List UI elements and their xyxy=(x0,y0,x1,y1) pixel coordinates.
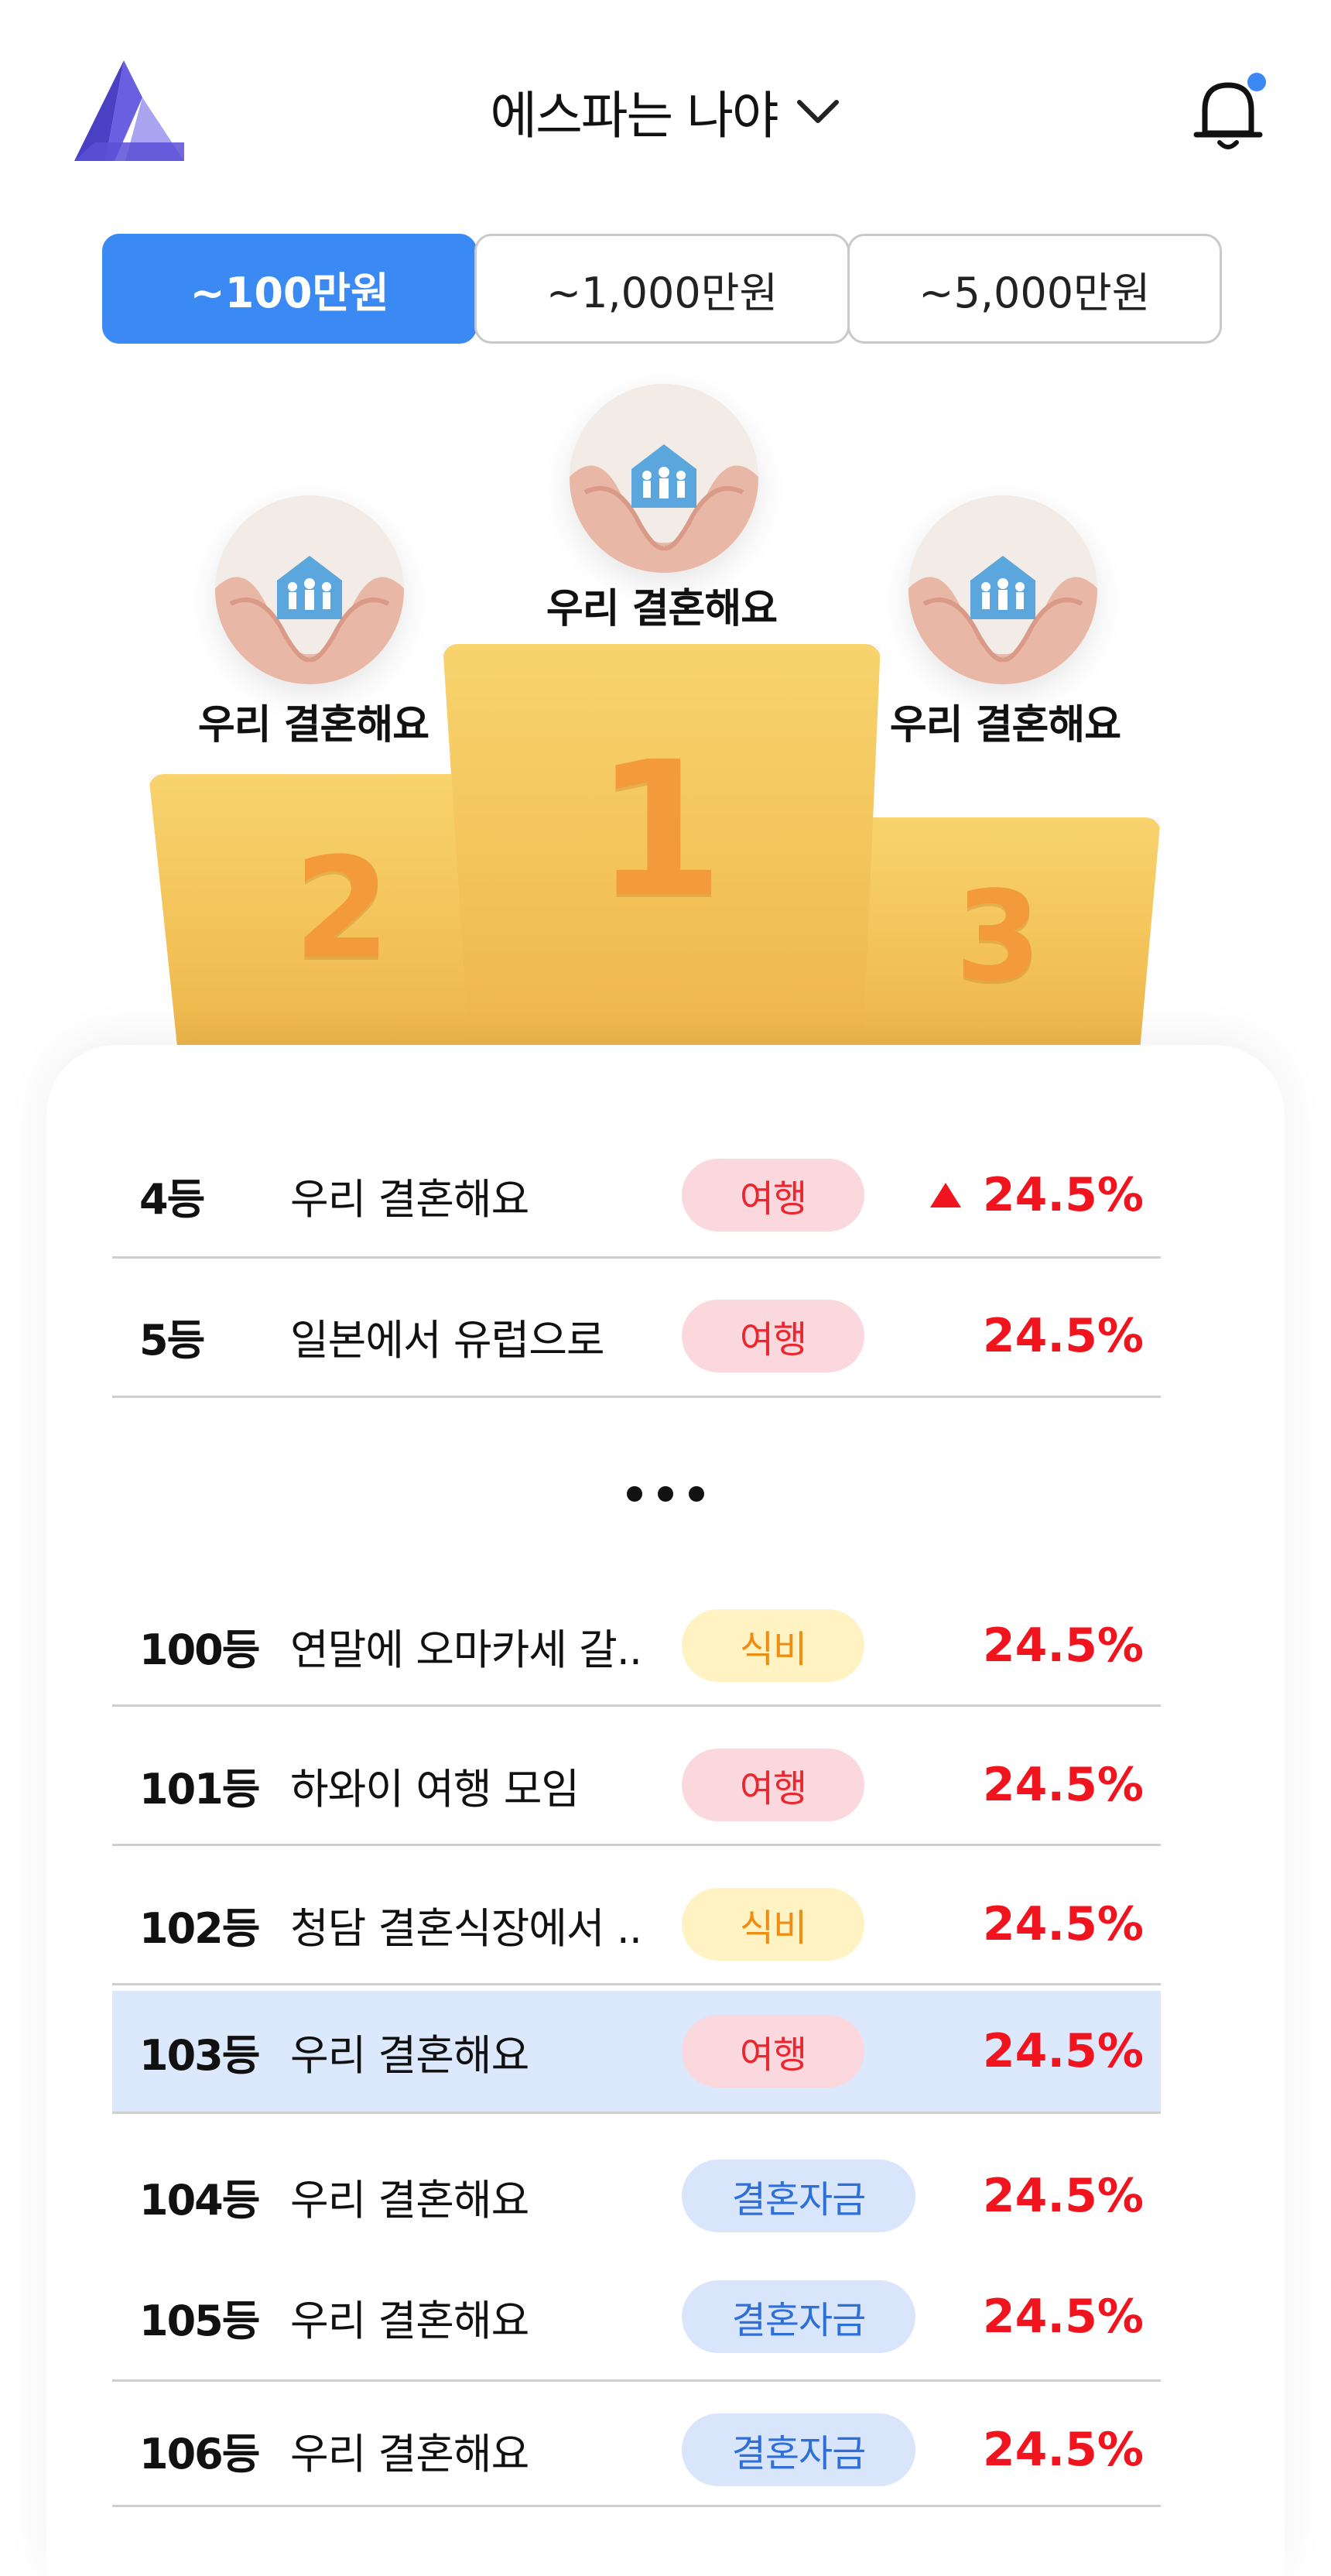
category-badge: 결혼자금 xyxy=(682,2160,915,2232)
trend-up-icon xyxy=(929,1183,961,1208)
ranking-row[interactable]: 100등 연말에 오마카세 갈.. 식비 24.5% xyxy=(112,1576,1161,1715)
row-rank: 101등 xyxy=(139,1764,260,1814)
tab-100[interactable]: ~100만원 xyxy=(102,234,477,344)
row-percent: 24.5% xyxy=(982,2169,1144,2223)
podium-rank-third: 3 xyxy=(955,864,1042,1009)
podium-rank-first: 1 xyxy=(594,721,724,938)
row-rank: 102등 xyxy=(139,1903,260,1953)
row-rank: 100등 xyxy=(139,1625,260,1674)
amount-tabs: ~100만원 ~1,000만원 ~5,000만원 xyxy=(102,234,1222,347)
row-percent: 24.5% xyxy=(982,1309,1144,1363)
page-title: 에스파는 나야 xyxy=(490,86,778,146)
podium-name-second: 우리 결혼해요 xyxy=(197,702,429,748)
hands-family-icon xyxy=(215,495,404,684)
row-rank: 104등 xyxy=(139,2175,260,2225)
group-selector[interactable]: 에스파는 나야 xyxy=(0,74,1331,149)
ranking-row[interactable]: 4등 우리 결혼해요 여행 24.5% xyxy=(112,1125,1161,1265)
category-badge: 여행 xyxy=(682,1749,864,1821)
row-percent: 24.5% xyxy=(982,1168,1144,1222)
row-divider xyxy=(112,1256,1161,1259)
row-rank: 103등 xyxy=(139,2030,260,2080)
category-badge: 결혼자금 xyxy=(682,2413,915,2486)
row-divider xyxy=(112,1396,1161,1398)
category-badge: 여행 xyxy=(682,2015,864,2088)
row-percent: 24.5% xyxy=(982,1897,1144,1951)
hands-family-icon xyxy=(570,384,758,573)
row-percent: 24.5% xyxy=(982,1758,1144,1812)
avatar-second[interactable] xyxy=(215,495,404,684)
podium-block-second: 2 xyxy=(149,774,505,1045)
category-badge: 여행 xyxy=(682,1159,864,1231)
category-badge: 결혼자금 xyxy=(682,2280,915,2353)
hands-family-icon xyxy=(908,495,1097,684)
ranking-row-highlighted[interactable]: 103등 우리 결혼해요 여행 24.5% xyxy=(112,1991,1161,2112)
avatar-first[interactable] xyxy=(570,384,758,573)
row-rank: 5등 xyxy=(139,1315,205,1365)
row-divider xyxy=(112,2505,1161,2507)
row-name: 우리 결혼해요 xyxy=(290,2175,529,2225)
row-name: 연말에 오마카세 갈.. xyxy=(290,1625,642,1674)
row-divider xyxy=(112,1844,1161,1846)
avatar-third[interactable] xyxy=(908,495,1097,684)
podium-name-third: 우리 결혼해요 xyxy=(889,702,1121,748)
ranking-row[interactable]: 102등 청담 결혼식장에서 .. 식비 24.5% xyxy=(112,1855,1161,1994)
tab-5000[interactable]: ~5,000만원 xyxy=(847,234,1222,344)
ranking-row[interactable]: 106등 우리 결혼해요 결혼자금 24.5% xyxy=(112,2384,1161,2516)
row-name: 하와이 여행 모임 xyxy=(290,1764,580,1814)
podium-name-first: 우리 결혼해요 xyxy=(546,586,778,632)
row-name: 우리 결혼해요 xyxy=(290,2296,529,2345)
notification-dot xyxy=(1247,73,1266,91)
ranking-row[interactable]: 105등 우리 결혼해요 결혼자금 24.5% xyxy=(112,2251,1161,2382)
row-name: 청담 결혼식장에서 .. xyxy=(290,1903,642,1953)
row-rank: 106등 xyxy=(139,2429,260,2478)
row-name: 우리 결혼해요 xyxy=(290,2030,529,2080)
bell-icon[interactable] xyxy=(1186,71,1271,156)
tab-1000[interactable]: ~1,000만원 xyxy=(474,234,850,344)
row-rank: 4등 xyxy=(139,1174,205,1224)
row-name: 일본에서 유럽으로 xyxy=(290,1315,605,1365)
category-badge: 여행 xyxy=(682,1300,864,1372)
more-ellipsis-icon xyxy=(0,1471,1331,1517)
row-percent: 24.5% xyxy=(982,2024,1144,2078)
row-rank: 105등 xyxy=(139,2296,260,2345)
category-badge: 식비 xyxy=(682,1888,864,1961)
row-divider xyxy=(112,2379,1161,2382)
row-name: 우리 결혼해요 xyxy=(290,2429,529,2478)
chevron-down-icon xyxy=(796,100,839,123)
podium-block-first: 1 xyxy=(443,644,881,1045)
podium-rank-second: 2 xyxy=(293,828,391,990)
row-name: 우리 결혼해요 xyxy=(290,1174,529,1224)
ranking-row[interactable]: 104등 우리 결혼해요 결혼자금 24.5% xyxy=(112,2130,1161,2262)
row-divider xyxy=(112,1983,1161,1985)
category-badge: 식비 xyxy=(682,1609,864,1682)
ranking-row[interactable]: 5등 일본에서 유럽으로 여행 24.5% xyxy=(112,1266,1161,1406)
row-percent: 24.5% xyxy=(982,2290,1144,2344)
ranking-row[interactable]: 101등 하와이 여행 모임 여행 24.5% xyxy=(112,1715,1161,1855)
row-percent: 24.5% xyxy=(982,2423,1144,2477)
row-divider xyxy=(112,2112,1161,2114)
row-percent: 24.5% xyxy=(982,1619,1144,1673)
row-divider xyxy=(112,1704,1161,1707)
